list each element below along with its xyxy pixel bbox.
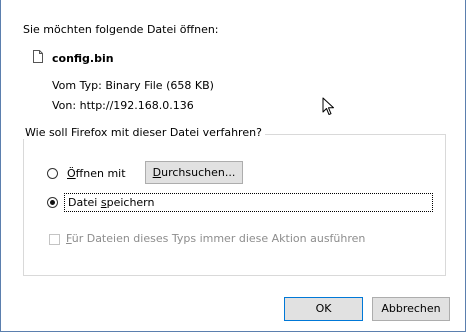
file-source-line: Von: http://192.168.0.136 (52, 99, 194, 112)
open-with-label[interactable]: Öffnen mit (67, 167, 126, 180)
file-source-label: Von: (52, 99, 77, 112)
browse-button[interactable]: Durchsuchen... (145, 161, 243, 184)
save-file-label[interactable]: Datei speichern (68, 196, 155, 209)
dialog-prompt: Sie möchten folgende Datei öffnen: (23, 23, 219, 36)
always-do-this-label[interactable]: Für Dateien dieses Typs immer diese Akti… (66, 232, 365, 245)
save-file-label-text: peichern (106, 196, 155, 209)
open-with-label-text: ffnen mit (75, 167, 126, 180)
always-do-this-checkbox[interactable] (49, 234, 60, 245)
always-do-this-label-text: ür Dateien dieses Typs immer diese Aktio… (71, 232, 366, 245)
browse-label: urchsuchen... (161, 166, 236, 179)
browse-mnemonic: D (152, 166, 162, 179)
file-icon (33, 50, 43, 63)
file-type-label: Vom Typ: (52, 79, 102, 92)
file-source-value: http://192.168.0.136 (79, 99, 194, 112)
file-name: config.bin (52, 52, 114, 65)
file-type-line: Vom Typ: Binary File (658 KB) (52, 79, 214, 92)
file-type-value: Binary File (658 KB) (105, 79, 214, 92)
save-file-radio[interactable] (47, 197, 58, 208)
mouse-cursor-icon (322, 97, 334, 115)
open-with-radio[interactable] (47, 168, 58, 179)
cancel-button[interactable]: Abbrechen (372, 297, 450, 321)
action-group-legend: Wie soll Firefox mit dieser Datei verfah… (22, 126, 265, 139)
ok-button[interactable]: OK (284, 297, 363, 321)
save-file-label-pre: Datei (68, 196, 101, 209)
open-with-mnemonic: Ö (67, 167, 76, 180)
